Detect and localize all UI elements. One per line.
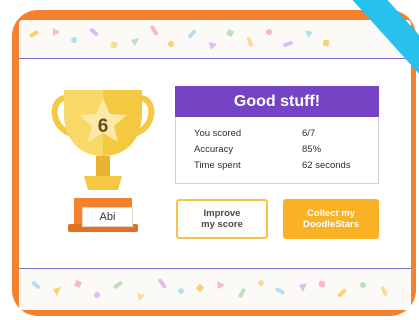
stat-value: 62 seconds xyxy=(302,160,351,171)
improve-score-label: Improve my score xyxy=(201,208,243,230)
improve-score-button[interactable]: Improve my score xyxy=(176,199,268,239)
collect-doodlestars-label: Collect my DoodleStars xyxy=(303,208,359,230)
stat-label: Time spent xyxy=(194,160,241,171)
player-name-plate: Abi xyxy=(82,207,133,227)
score-number: 6 xyxy=(97,116,109,137)
stat-label: You scored xyxy=(194,128,242,139)
collect-doodlestars-button[interactable]: Collect my DoodleStars xyxy=(283,199,379,239)
stat-value: 85% xyxy=(302,144,322,155)
stat-value: 6/7 xyxy=(302,128,316,139)
result-stats-panel: You scored 6/7 Accuracy 85% Time spent 6… xyxy=(175,117,379,184)
stat-label: Accuracy xyxy=(194,144,234,155)
confetti-banner-bottom xyxy=(19,268,411,310)
confetti-pattern xyxy=(31,278,388,301)
result-title: Good stuff! xyxy=(175,86,379,117)
